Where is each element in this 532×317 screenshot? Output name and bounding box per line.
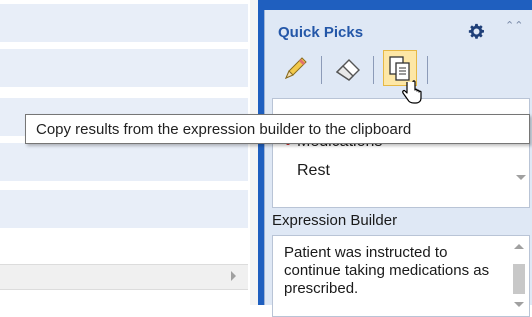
left-list-pane bbox=[0, 0, 258, 305]
toolbar-separator bbox=[373, 56, 374, 84]
hand-cursor-icon bbox=[402, 80, 422, 104]
tooltip: Copy results from the expression builder… bbox=[25, 114, 530, 144]
list-row[interactable] bbox=[0, 190, 248, 228]
eraser-button[interactable] bbox=[332, 52, 364, 84]
quick-picks-body: Quick Picks ⌃⌃ Rest Expression Builder P… bbox=[264, 10, 532, 317]
vertical-scrollbar[interactable] bbox=[512, 240, 526, 314]
list-row[interactable] bbox=[0, 49, 248, 87]
toolbar-separator bbox=[321, 56, 322, 84]
quick-picks-panel: Quick Picks ⌃⌃ Rest Expression Builder P… bbox=[258, 0, 532, 317]
pencil-button[interactable] bbox=[280, 52, 312, 84]
horizontal-scrollbar[interactable] bbox=[0, 264, 248, 290]
tooltip-text: Copy results from the expression builder… bbox=[36, 121, 412, 138]
toolbar-separator bbox=[427, 56, 428, 84]
collapse-icon[interactable]: ⌃⌃ bbox=[505, 21, 523, 32]
scroll-thumb[interactable] bbox=[513, 264, 525, 294]
quick-picks-toolbar bbox=[277, 50, 487, 86]
panel-title: Quick Picks bbox=[278, 24, 364, 41]
scroll-up-arrow-icon[interactable] bbox=[514, 244, 524, 249]
expression-builder-text[interactable]: Patient was instructed to continue takin… bbox=[284, 244, 500, 298]
pane-splitter[interactable] bbox=[250, 0, 258, 305]
list-row[interactable] bbox=[0, 4, 248, 42]
expression-builder-label: Expression Builder bbox=[272, 212, 398, 229]
panel-header: Quick Picks ⌃⌃ bbox=[265, 10, 532, 42]
list-row[interactable] bbox=[0, 143, 248, 181]
eraser-icon bbox=[335, 59, 360, 81]
pencil-icon bbox=[285, 57, 307, 79]
list-item-rest[interactable]: Rest bbox=[297, 162, 330, 180]
gear-icon[interactable] bbox=[468, 23, 485, 40]
scroll-down-arrow-icon[interactable] bbox=[516, 175, 526, 180]
scroll-right-arrow-icon[interactable] bbox=[231, 271, 236, 281]
